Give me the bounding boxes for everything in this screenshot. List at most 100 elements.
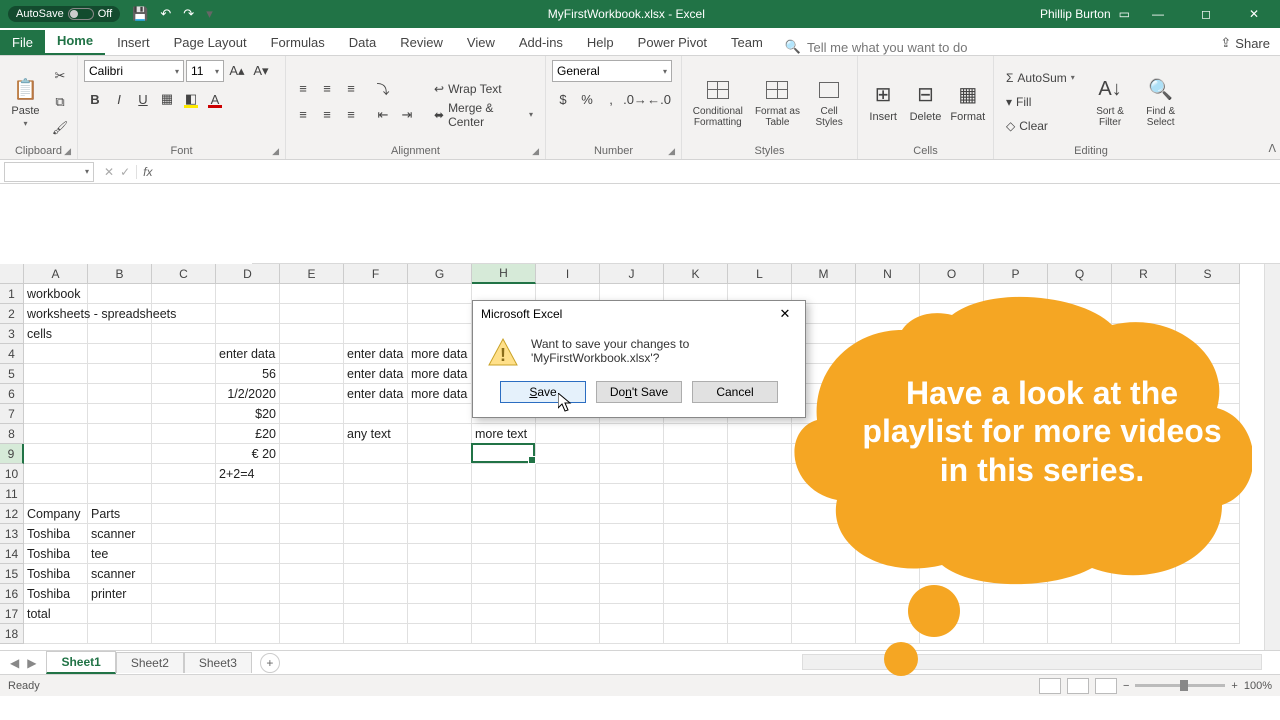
grid-cell[interactable] <box>472 544 536 564</box>
formula-input[interactable] <box>158 162 1280 182</box>
grid-cell[interactable] <box>664 624 728 644</box>
grid-cell[interactable]: Toshiba <box>24 584 88 604</box>
grid-cell[interactable] <box>280 344 344 364</box>
grid-cell[interactable] <box>216 564 280 584</box>
grid-cell[interactable] <box>792 524 856 544</box>
grid-cell[interactable] <box>280 524 344 544</box>
grid-cell[interactable] <box>920 464 984 484</box>
grid-cell[interactable] <box>24 624 88 644</box>
grid-cell[interactable] <box>1176 504 1240 524</box>
grid-cell[interactable]: 56 <box>216 364 280 384</box>
select-all-corner[interactable] <box>0 264 24 284</box>
grid-cell[interactable] <box>152 544 216 564</box>
grid-cell[interactable] <box>24 344 88 364</box>
percent-button[interactable]: % <box>576 88 598 110</box>
undo-icon[interactable]: ↶ <box>160 6 171 22</box>
grid-cell[interactable] <box>856 624 920 644</box>
grid-cell[interactable] <box>1112 564 1176 584</box>
grid-cell[interactable] <box>408 544 472 564</box>
grid-cell[interactable] <box>216 284 280 304</box>
close-button[interactable]: ✕ <box>1234 0 1274 28</box>
grid-cell[interactable] <box>1112 624 1176 644</box>
merge-center-button[interactable]: ⬌Merge & Center▾ <box>428 104 539 126</box>
grid-cell[interactable] <box>792 544 856 564</box>
copy-button[interactable]: ⧉ <box>49 91 71 113</box>
accounting-button[interactable]: $ <box>552 88 574 110</box>
grid-cell[interactable] <box>600 584 664 604</box>
grid-cell[interactable]: Toshiba <box>24 524 88 544</box>
sheet-nav-next-icon[interactable]: ▶ <box>27 656 36 670</box>
row-header[interactable]: 18 <box>0 624 24 644</box>
grid-cell[interactable] <box>1176 584 1240 604</box>
grid-cell[interactable] <box>88 444 152 464</box>
grid-cell[interactable] <box>1112 424 1176 444</box>
grid-cell[interactable] <box>664 484 728 504</box>
grid-cell[interactable] <box>1048 624 1112 644</box>
grid-cell[interactable] <box>1176 304 1240 324</box>
grid-cell[interactable] <box>984 604 1048 624</box>
grid-cell[interactable] <box>88 404 152 424</box>
grid-cell[interactable] <box>856 344 920 364</box>
grid-cell[interactable] <box>984 384 1048 404</box>
grid-cell[interactable] <box>728 424 792 444</box>
tab-power-pivot[interactable]: Power Pivot <box>626 30 719 55</box>
page-break-view-button[interactable] <box>1095 678 1117 694</box>
grid-cell[interactable] <box>1048 604 1112 624</box>
grid-cell[interactable] <box>856 324 920 344</box>
grid-cell[interactable] <box>152 584 216 604</box>
grid-cell[interactable]: more data <box>408 344 472 364</box>
normal-view-button[interactable] <box>1039 678 1061 694</box>
grid-cell[interactable] <box>1048 504 1112 524</box>
find-select-button[interactable]: 🔍Find & Select <box>1139 76 1182 128</box>
column-header[interactable]: I <box>536 264 600 284</box>
grid-cell[interactable] <box>1176 604 1240 624</box>
grid-cell[interactable] <box>1112 444 1176 464</box>
grid-cell[interactable] <box>408 284 472 304</box>
grid-cell[interactable] <box>1112 304 1176 324</box>
grid-cell[interactable] <box>344 544 408 564</box>
underline-button[interactable]: U <box>132 88 154 110</box>
grid-cell[interactable] <box>536 544 600 564</box>
row-header[interactable]: 3 <box>0 324 24 344</box>
sheet-nav-prev-icon[interactable]: ◀ <box>10 656 19 670</box>
grid-cell[interactable] <box>24 404 88 424</box>
align-top-button[interactable]: ≡ <box>292 78 314 100</box>
decrease-indent-button[interactable]: ⇤ <box>372 104 394 126</box>
font-size-combo[interactable]: 11▾ <box>186 60 224 82</box>
grid-cell[interactable] <box>24 484 88 504</box>
grid-cell[interactable] <box>1112 524 1176 544</box>
grid-cell[interactable] <box>408 604 472 624</box>
grid-cell[interactable] <box>152 404 216 424</box>
grid-cell[interactable]: any text <box>344 424 408 444</box>
grid-cell[interactable] <box>536 484 600 504</box>
grid-cell[interactable] <box>344 524 408 544</box>
grid-cell[interactable] <box>984 324 1048 344</box>
decrease-font-button[interactable]: A▾ <box>250 60 272 82</box>
decrease-decimal-button[interactable]: ←.0 <box>648 88 670 110</box>
tab-view[interactable]: View <box>455 30 507 55</box>
grid-cell[interactable] <box>1048 524 1112 544</box>
dialog-launcher-icon[interactable]: ◢ <box>532 146 539 157</box>
row-header[interactable]: 8 <box>0 424 24 444</box>
grid-cell[interactable] <box>1112 504 1176 524</box>
grid-cell[interactable] <box>472 504 536 524</box>
orientation-button[interactable]: ⤵ <box>372 78 394 100</box>
column-header[interactable]: G <box>408 264 472 284</box>
grid-cell[interactable]: total <box>24 604 88 624</box>
tab-team[interactable]: Team <box>719 30 775 55</box>
grid-cell[interactable] <box>984 484 1048 504</box>
grid-cell[interactable] <box>344 624 408 644</box>
horizontal-scrollbar[interactable] <box>802 654 1262 670</box>
cancel-formula-icon[interactable]: ✕ <box>104 165 114 179</box>
grid-cell[interactable] <box>280 364 344 384</box>
grid-cell[interactable] <box>88 384 152 404</box>
align-bottom-button[interactable]: ≡ <box>340 78 362 100</box>
column-headers[interactable]: ABCDEFGHIJKLMNOPQRS <box>24 264 1264 284</box>
column-header[interactable]: R <box>1112 264 1176 284</box>
grid-cell[interactable] <box>24 384 88 404</box>
grid-cell[interactable] <box>984 624 1048 644</box>
user-name[interactable]: Phillip Burton <box>1040 7 1111 21</box>
grid-cell[interactable] <box>280 424 344 444</box>
grid-cell[interactable] <box>408 504 472 524</box>
tab-insert[interactable]: Insert <box>105 30 162 55</box>
